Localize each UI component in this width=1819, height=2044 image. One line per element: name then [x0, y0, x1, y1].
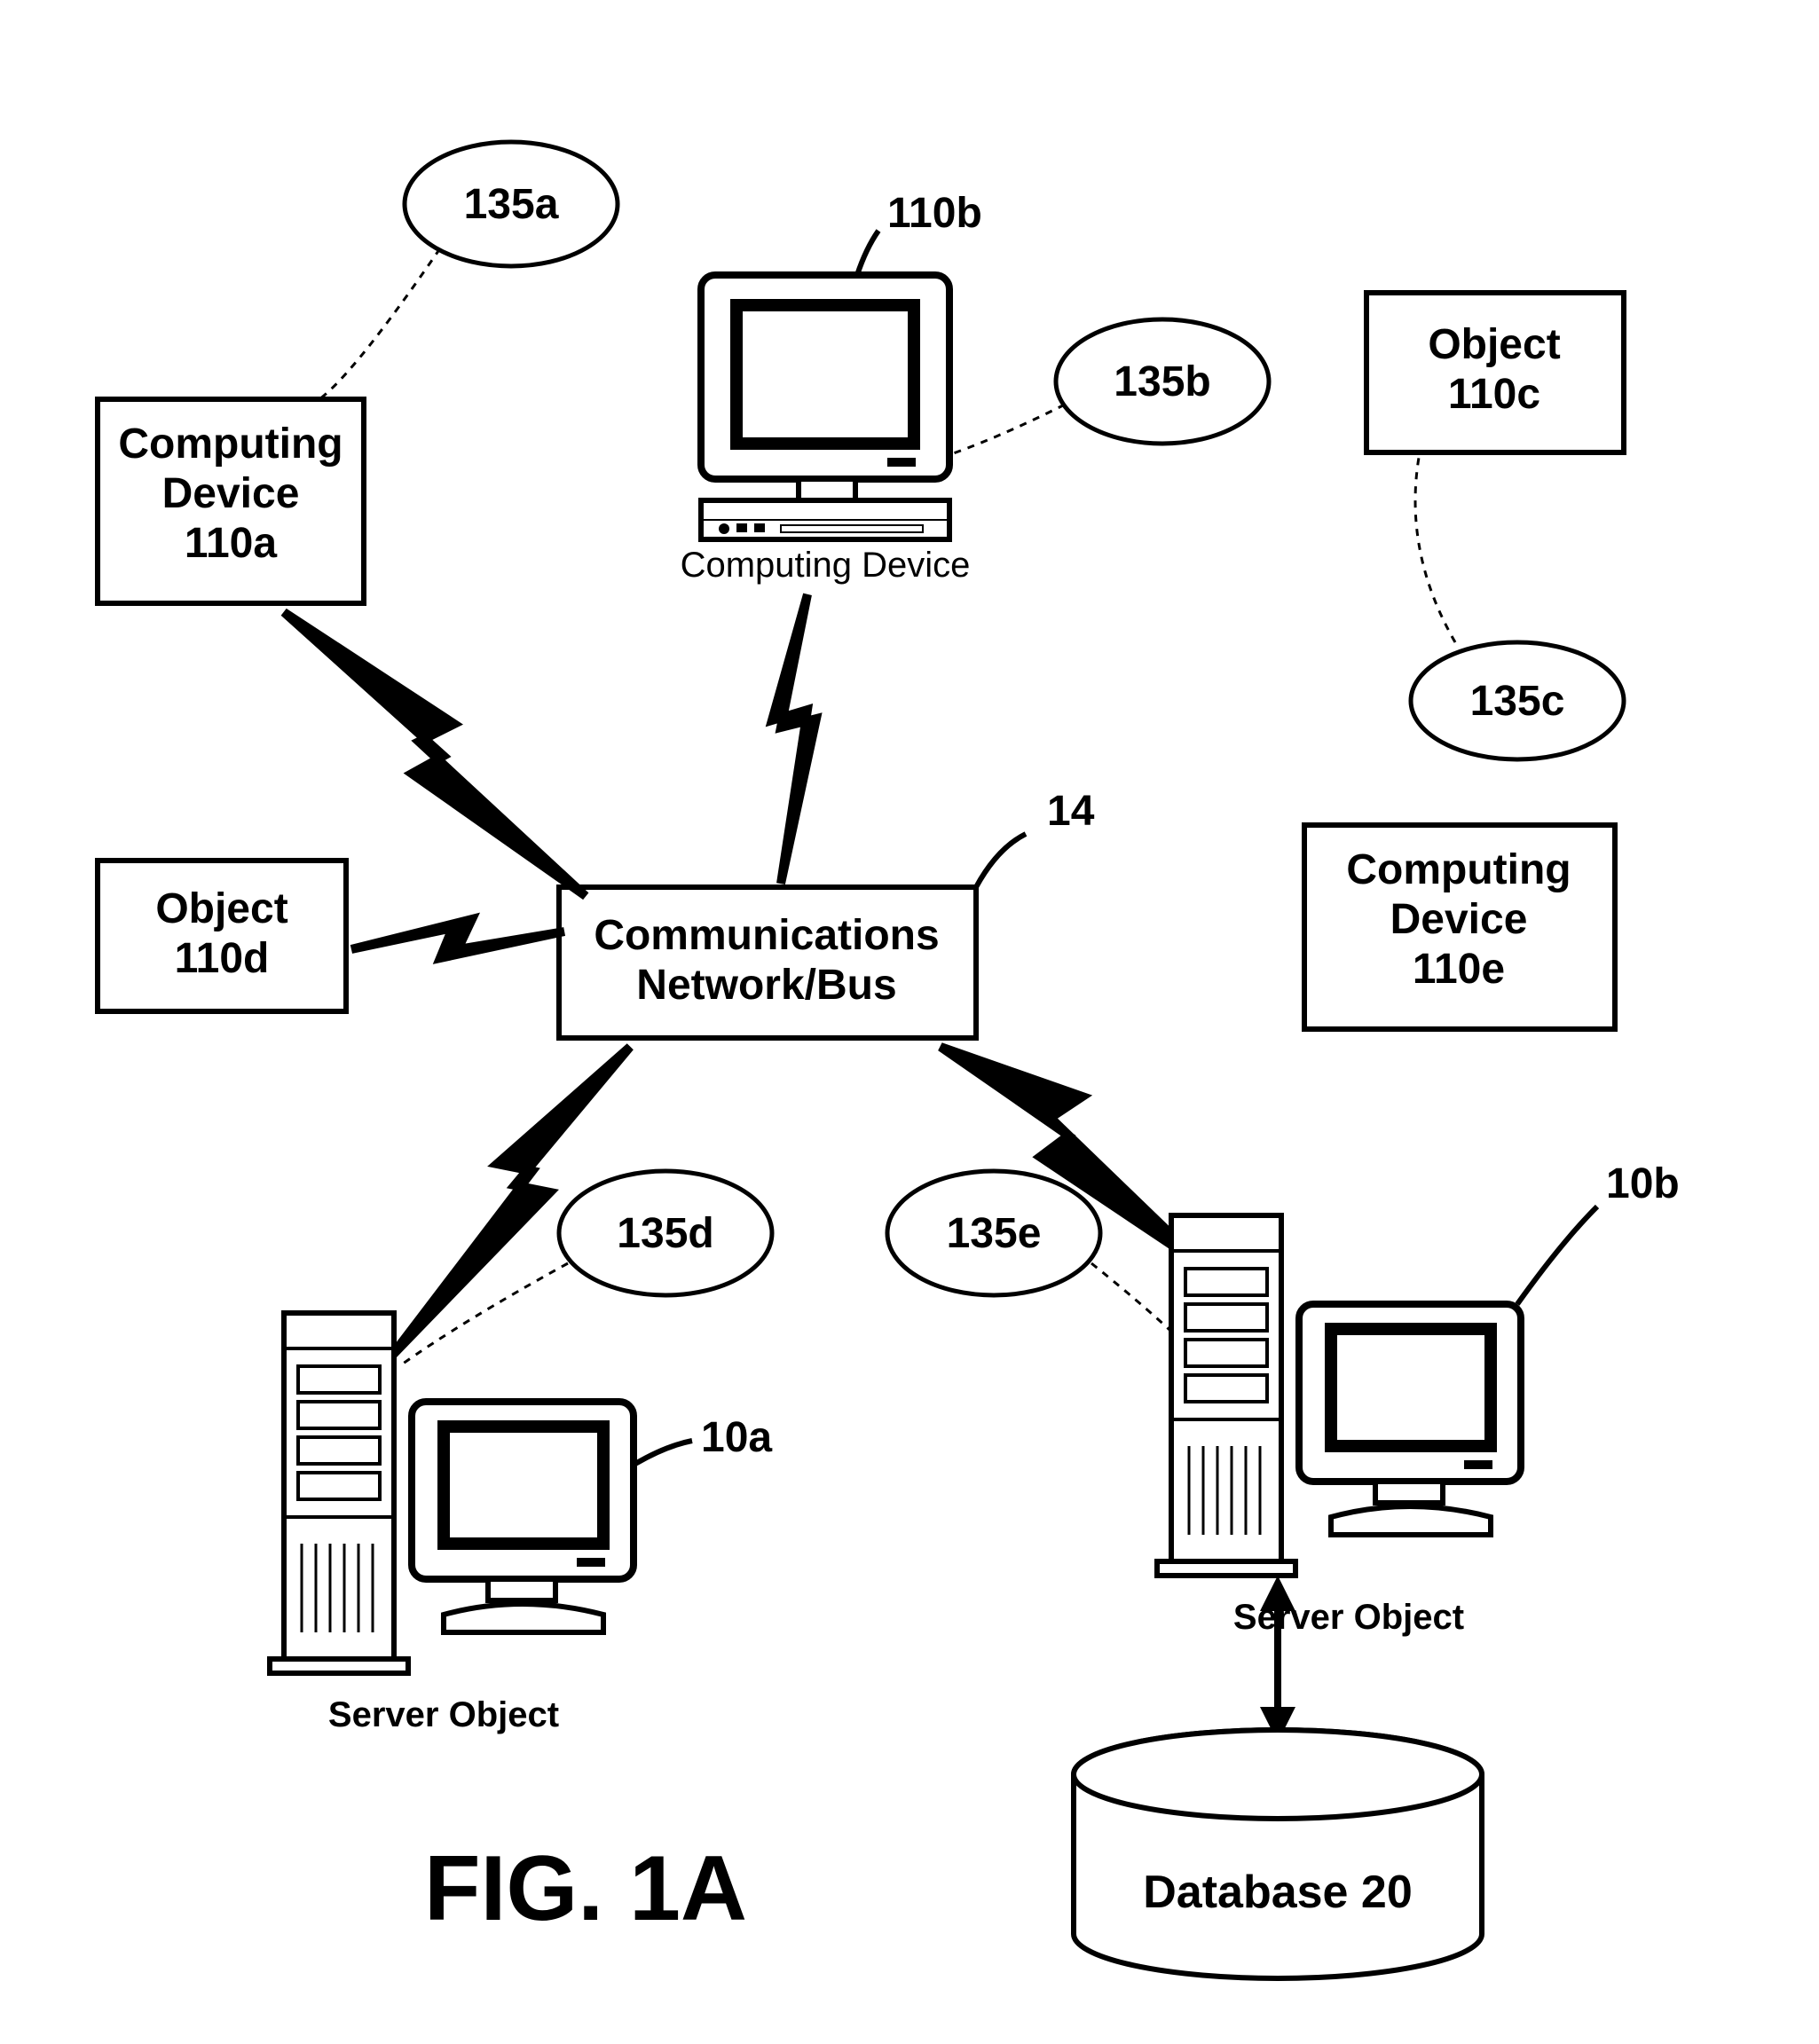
object-110c-line2: 110c — [1448, 371, 1540, 418]
computing-device-110a-line1: Computing — [118, 421, 343, 468]
computing-device-110b-icon — [701, 275, 949, 539]
ref-10b-label: 10b — [1606, 1160, 1680, 1207]
computing-device-110e-line1: Computing — [1346, 846, 1571, 893]
dotted-135c-to-110c — [1415, 452, 1455, 642]
computing-device-110e-line2: Device — [1390, 896, 1528, 943]
database-icon — [1074, 1730, 1482, 1978]
ellipse-135a-label: 135a — [464, 181, 559, 228]
computing-device-110a-line3: 110a — [185, 520, 277, 567]
ref-10a-label: 10a — [701, 1414, 772, 1461]
server-object-10b-icon — [1157, 1215, 1521, 1576]
bolt-110a-to-net — [284, 612, 586, 896]
ellipse-135b-label: 135b — [1114, 358, 1210, 405]
dotted-135b-to-110b — [941, 405, 1065, 458]
bolt-110d-to-net — [351, 919, 564, 958]
computing-device-110b-caption: Computing Device — [681, 546, 971, 585]
ellipse-135c-label: 135c — [1470, 678, 1565, 725]
ref-110b-label: 110b — [887, 190, 982, 237]
object-110d-line1: Object — [155, 885, 287, 932]
object-110d-line2: 110d — [175, 935, 270, 982]
ref-14-label: 14 — [1047, 788, 1095, 835]
arrow-server10b-to-db — [1260, 1576, 1295, 1742]
ref-10a-leader — [635, 1441, 692, 1464]
ref-14-leader — [976, 834, 1026, 887]
figure-label: FIG. 1A — [424, 1837, 747, 1940]
computing-device-110e-line3: 110e — [1413, 946, 1505, 993]
dotted-135a-to-110a — [319, 248, 440, 399]
server-object-10a-icon — [270, 1313, 634, 1673]
server-object-10a-caption: Server Object — [328, 1695, 559, 1734]
database-label: Database 20 — [1143, 1867, 1413, 1918]
ellipse-135d-label: 135d — [617, 1210, 713, 1257]
network-bus-line1: Communications — [594, 912, 939, 959]
ellipse-135e-label: 135e — [947, 1210, 1042, 1257]
computing-device-110a-line2: Device — [162, 470, 300, 517]
ref-10b-leader — [1517, 1207, 1597, 1304]
network-bus-line2: Network/Bus — [636, 962, 896, 1009]
ref-110b-leader — [857, 231, 878, 275]
object-110c-line1: Object — [1428, 321, 1560, 368]
bolt-110b-to-net — [772, 594, 816, 884]
